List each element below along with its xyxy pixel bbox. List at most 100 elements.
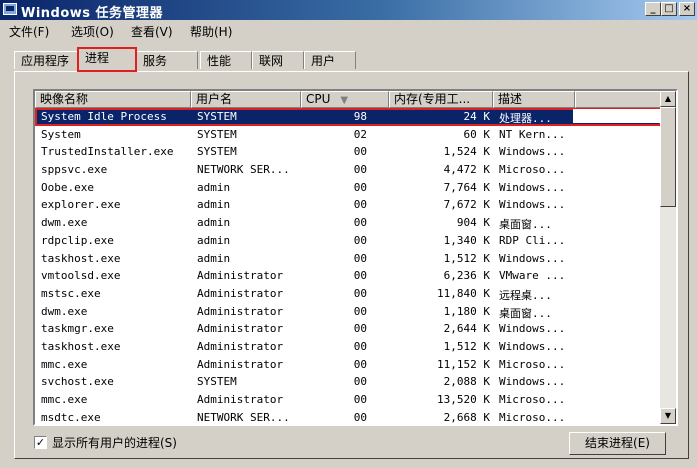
table-row[interactable]: mmc.exe Administrator 00 11,152 K Microso... bbox=[35, 356, 661, 374]
process-memory-cell: 1,524 K bbox=[443, 145, 490, 159]
scroll-up-icon: ▲ bbox=[664, 94, 672, 103]
menu-file[interactable]: 文件(F) bbox=[9, 23, 49, 40]
scroll-down-button[interactable]: ▼ bbox=[660, 408, 676, 424]
process-user-cell: SYSTEM bbox=[197, 375, 237, 389]
scroll-up-button[interactable]: ▲ bbox=[660, 91, 676, 107]
process-description-cell: 桌面窗... bbox=[499, 218, 552, 232]
maximize-button[interactable]: □ bbox=[661, 2, 677, 16]
column-image-name[interactable]: 映像名称 bbox=[35, 91, 191, 108]
process-memory-cell: 1,340 K bbox=[443, 233, 490, 247]
process-memory-cell: 2,644 K bbox=[443, 322, 490, 336]
process-cpu-cell: 00 bbox=[353, 198, 367, 212]
column-cpu[interactable]: CPU ▼ bbox=[301, 91, 389, 108]
end-process-button[interactable]: 结束进程(E) bbox=[569, 432, 666, 455]
process-name-cell: Oobe.exe bbox=[41, 180, 94, 194]
checkmark-icon: ✓ bbox=[35, 436, 46, 449]
process-user-cell: admin bbox=[197, 198, 231, 212]
process-name-cell: System Idle Process bbox=[41, 110, 167, 123]
process-name-cell: sppsvc.exe bbox=[41, 163, 108, 177]
process-description-cell: Windows... bbox=[499, 198, 566, 212]
table-row[interactable]: taskmgr.exe Administrator 00 2,644 K Windows… bbox=[35, 320, 661, 338]
table-row[interactable]: Oobe.exe admin 00 7,764 K Windows... bbox=[35, 179, 661, 197]
table-row[interactable]: vmtoolsd.exe Administrator 00 6,236 K VMware… bbox=[35, 267, 661, 285]
process-name-cell: mmc.exe bbox=[41, 357, 88, 371]
table-row[interactable]: explorer.exe admin 00 7,672 K Windows... bbox=[35, 196, 661, 214]
menu-bar: 文件(F) 选项(O) 查看(V) 帮助(H) bbox=[0, 20, 697, 40]
process-user-cell: NETWORK SER... bbox=[197, 163, 290, 177]
show-all-users-checkbox[interactable]: ✓ bbox=[34, 436, 47, 449]
process-user-cell: admin bbox=[197, 216, 231, 230]
process-name-cell: taskmgr.exe bbox=[41, 322, 114, 336]
process-name-cell: TrustedInstaller.exe bbox=[41, 145, 174, 159]
tab-strip: 应用程序 进程 服务 性能 联网 用户 bbox=[14, 47, 689, 72]
process-user-cell: admin bbox=[197, 251, 231, 265]
process-name-cell: taskhost.exe bbox=[41, 339, 121, 353]
process-cpu-cell: 98 bbox=[353, 110, 367, 123]
table-row[interactable]: dwm.exe Administrator 00 1,180 K 桌面窗... bbox=[35, 303, 661, 321]
table-row[interactable]: svchost.exe SYSTEM 00 2,088 K Windows... bbox=[35, 373, 661, 391]
table-row[interactable]: msdtc.exe NETWORK SER... 00 2,668 K Microso.… bbox=[35, 409, 661, 424]
scroll-thumb[interactable] bbox=[660, 107, 676, 207]
task-manager-icon bbox=[3, 3, 17, 15]
process-user-cell: Administrator bbox=[197, 304, 284, 318]
process-cpu-cell: 00 bbox=[353, 410, 367, 424]
process-memory-cell: 7,764 K bbox=[443, 180, 490, 194]
process-memory-cell: 24 K bbox=[463, 110, 491, 123]
tab-networking[interactable]: 联网 bbox=[252, 51, 304, 69]
tab-applications[interactable]: 应用程序 bbox=[14, 51, 78, 69]
process-user-cell: Administrator bbox=[197, 286, 284, 300]
menu-view[interactable]: 查看(V) bbox=[131, 23, 173, 40]
process-name-cell: msdtc.exe bbox=[41, 410, 101, 424]
tab-processes[interactable]: 进程 bbox=[77, 47, 137, 72]
menu-options[interactable]: 选项(O) bbox=[71, 23, 114, 40]
process-user-cell: Administrator bbox=[197, 393, 284, 406]
table-row[interactable]: taskhost.exe admin 00 1,512 K Windows... bbox=[35, 250, 661, 268]
column-description[interactable]: 描述 bbox=[493, 91, 575, 108]
process-name-cell: vmtoolsd.exe bbox=[41, 269, 121, 283]
tab-users[interactable]: 用户 bbox=[304, 51, 356, 69]
process-description-cell: Windows... bbox=[499, 251, 566, 265]
process-list[interactable]: 映像名称 用户名 CPU ▼ 内存(专用工... 描述 System Idle P… bbox=[33, 89, 678, 426]
column-user-name[interactable]: 用户名 bbox=[191, 91, 301, 108]
minimize-button[interactable]: _ bbox=[645, 2, 661, 16]
process-name-cell: taskhost.exe bbox=[41, 251, 121, 265]
process-memory-cell: 1,512 K bbox=[443, 251, 490, 265]
list-header: 映像名称 用户名 CPU ▼ 内存(专用工... 描述 bbox=[35, 91, 661, 108]
process-cpu-cell: 00 bbox=[353, 322, 367, 336]
title-bar[interactable]: Windows 任务管理器 _ □ × bbox=[0, 0, 697, 21]
show-all-users-option[interactable]: ✓ 显示所有用户的进程(S) bbox=[34, 434, 177, 451]
menu-help[interactable]: 帮助(H) bbox=[190, 23, 232, 40]
process-cpu-cell: 00 bbox=[353, 286, 367, 300]
vertical-scrollbar[interactable]: ▲ ▼ bbox=[660, 91, 676, 424]
column-memory[interactable]: 内存(专用工... bbox=[389, 91, 493, 108]
process-memory-cell: 4,472 K bbox=[443, 163, 490, 177]
maximize-icon: □ bbox=[664, 3, 674, 14]
process-cpu-cell: 00 bbox=[353, 145, 367, 159]
table-row[interactable]: taskhost.exe Administrator 00 1,512 K Window… bbox=[35, 338, 661, 356]
table-row[interactable]: sppsvc.exe NETWORK SER... 00 4,472 K Microso… bbox=[35, 161, 661, 179]
process-description-cell: Windows... bbox=[499, 180, 566, 194]
process-description-cell: Microso... bbox=[499, 163, 566, 177]
table-row[interactable]: rdpclip.exe admin 00 1,340 K RDP Cli... bbox=[35, 232, 661, 250]
scroll-down-icon: ▼ bbox=[664, 411, 672, 420]
table-row[interactable]: mmc.exe Administrator 00 13,520 K Microso... bbox=[35, 391, 661, 409]
process-memory-cell: 60 K bbox=[463, 127, 491, 141]
close-button[interactable]: × bbox=[679, 2, 695, 16]
process-name-cell: dwm.exe bbox=[41, 304, 88, 318]
table-row[interactable]: TrustedInstaller.exe SYSTEM 00 1,524 K Windo… bbox=[35, 143, 661, 161]
process-name-cell: dwm.exe bbox=[41, 216, 88, 230]
process-description-cell: RDP Cli... bbox=[499, 233, 566, 247]
process-cpu-cell: 00 bbox=[353, 375, 367, 389]
tab-performance[interactable]: 性能 bbox=[200, 51, 252, 69]
table-row[interactable]: System Idle Process SYSTEM 98 24 K 处理器... bbox=[35, 108, 661, 126]
table-row[interactable]: System SYSTEM 02 60 K NT Kern... bbox=[35, 126, 661, 144]
process-description-cell: NT Kern... bbox=[499, 127, 566, 141]
process-description-cell: Windows... bbox=[499, 339, 566, 353]
table-row[interactable]: mstsc.exe Administrator 00 11,840 K 远程桌... bbox=[35, 285, 661, 303]
tab-services[interactable]: 服务 bbox=[136, 51, 198, 69]
process-memory-cell: 7,672 K bbox=[443, 198, 490, 212]
selection-blank bbox=[573, 109, 661, 123]
table-row[interactable]: dwm.exe admin 00 904 K 桌面窗... bbox=[35, 214, 661, 232]
process-cpu-cell: 00 bbox=[353, 216, 367, 230]
process-memory-cell: 11,152 K bbox=[437, 357, 490, 371]
